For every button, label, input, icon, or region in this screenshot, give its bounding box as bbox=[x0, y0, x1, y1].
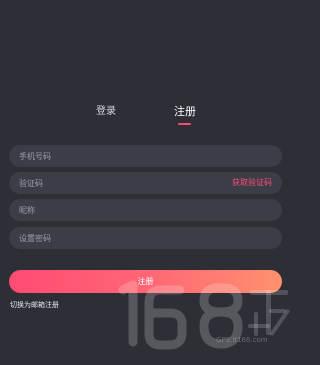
nickname-field[interactable] bbox=[9, 199, 282, 221]
verification-code-field[interactable]: 获取验证码 bbox=[9, 172, 282, 194]
register-button[interactable]: 注册 bbox=[9, 270, 282, 293]
auth-tabs: 登录 注册 bbox=[0, 106, 300, 130]
tab-login[interactable]: 登录 bbox=[96, 106, 116, 118]
nickname-input[interactable] bbox=[9, 199, 282, 221]
switch-to-email-register-link[interactable]: 切换为邮箱注册 bbox=[10, 301, 59, 310]
get-code-button[interactable]: 获取验证码 bbox=[232, 178, 272, 188]
password-input[interactable] bbox=[9, 227, 282, 249]
password-field[interactable] bbox=[9, 227, 282, 249]
tab-register[interactable]: 注册 bbox=[174, 106, 196, 118]
active-tab-indicator bbox=[178, 123, 191, 125]
phone-field[interactable] bbox=[9, 145, 282, 167]
phone-input[interactable] bbox=[9, 145, 282, 167]
watermark-url: GPS.it168.com bbox=[216, 336, 268, 344]
